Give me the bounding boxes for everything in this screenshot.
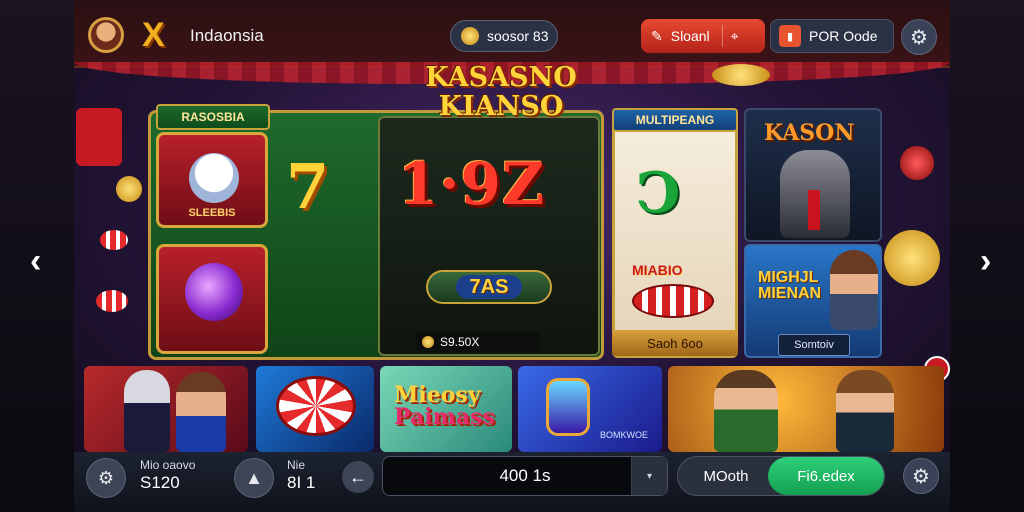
balance-value: soosor 83 (487, 28, 549, 44)
game-logo: KASASNO KIANSO (416, 64, 586, 134)
player-avatar[interactable] (88, 17, 124, 53)
region-label: Indaonsia (190, 26, 264, 45)
game-thumbnail[interactable]: Mieosy Paimass (380, 366, 512, 452)
multiplier-panel[interactable] (612, 108, 738, 358)
mascot-icon (189, 153, 239, 203)
action-button[interactable]: ✎ Sloanl ⌖ (641, 19, 765, 53)
character-portrait (124, 370, 170, 452)
bottom-settings-button[interactable]: ⚙ (903, 458, 939, 494)
featured-button[interactable]: Somtoiv (778, 334, 850, 356)
logo-line-2: KIANSO (438, 91, 564, 122)
gear-icon: ⚙ (97, 467, 115, 488)
seven-symbol: 7 (286, 150, 330, 223)
stat-value: 8I 1 (287, 473, 316, 492)
mode-toggle: MOoth Fi6.edex (677, 456, 885, 496)
gear-icon: ⚙ (912, 465, 930, 488)
multiplier-button[interactable]: Saoh 6oo (612, 330, 738, 356)
coin-icon (422, 336, 434, 348)
slot-card[interactable]: SLEEBIS (156, 132, 268, 228)
stat-label: Mio oaovo (140, 458, 196, 472)
profile-button[interactable]: ⚙ (86, 458, 126, 498)
stat-value: S120 (140, 473, 180, 492)
slot-card[interactable] (156, 244, 268, 354)
orb-icon (185, 263, 243, 321)
character-portrait (836, 370, 894, 452)
multiplier-logo-icon: Ↄ (636, 160, 681, 226)
game-thumbnails: Mieosy Paimass BOMKWOE (84, 366, 944, 452)
slot-card-caption: SLEEBIS (188, 207, 236, 219)
character-portrait (176, 372, 226, 452)
featured-title: MIGHJL MIENAN (758, 270, 821, 302)
bet-amount-value: 400 1s (499, 466, 551, 485)
gem-icon (546, 378, 590, 436)
game-thumbnail[interactable] (256, 366, 374, 452)
card-decoration (76, 108, 122, 166)
promo-code-button[interactable]: ▮ POR Oode (770, 19, 894, 53)
jackpot-pill-value: 7AS (455, 275, 523, 299)
host-portrait (830, 250, 878, 330)
game-thumbnail[interactable] (84, 366, 248, 452)
logo-line-1: KASASNO (425, 62, 577, 93)
multiplier-label: MULTIPEANG (612, 108, 738, 132)
tool-icon: ✎ (651, 27, 663, 44)
thumbnail-title-line-2: Paimass (394, 404, 495, 430)
stat-block: Mio oaovo S120 (140, 458, 196, 492)
promo-code-label: POR Oode (809, 28, 878, 44)
poker-chip-icon (276, 376, 356, 436)
character-portrait (714, 370, 778, 452)
gear-icon: ⚙ (910, 26, 928, 49)
chevron-left-icon[interactable]: ‹ (30, 244, 41, 278)
history-button[interactable]: ▲ (234, 458, 274, 498)
chip-decoration (900, 146, 934, 180)
mini-balance-value: S9.50X (440, 335, 480, 349)
mode-option[interactable]: MOoth (678, 457, 774, 495)
coin-decoration (884, 230, 940, 286)
chevron-right-icon[interactable]: › (980, 244, 991, 278)
tie-decoration (808, 190, 820, 230)
settings-button[interactable]: ⚙ (901, 19, 937, 55)
left-tile-label: RASOSBIA (156, 104, 270, 130)
game-thumbnail[interactable] (668, 366, 944, 452)
coin-icon (461, 27, 479, 45)
mode-option-active[interactable]: Fi6.edex (768, 457, 884, 495)
back-button[interactable]: ← (342, 461, 374, 493)
stat-label: Nie (287, 458, 306, 472)
multiplier-text: MIABIO (632, 262, 683, 278)
balance-pill[interactable]: soosor 83 (450, 20, 558, 52)
chip-decoration (100, 230, 128, 250)
game-lobby: X Indaonsia soosor 83 ✎ Sloanl ⌖ ▮ POR O… (0, 0, 1024, 512)
cap-icon: ▲ (245, 467, 263, 488)
kason-title: KASON (764, 120, 855, 146)
coin-decoration (116, 176, 142, 202)
jackpot-number: 1·9Z (398, 150, 546, 218)
coin-decoration (712, 64, 770, 86)
action-label: Sloanl (670, 28, 710, 44)
game-thumbnail[interactable]: BOMKWOE (518, 366, 662, 452)
divider (721, 25, 723, 47)
chip-decoration (96, 290, 128, 312)
stat-block: Nie 8I 1 (287, 458, 316, 492)
featured-title-line-1: MIGHJL (758, 269, 819, 286)
mini-balance: S9.50X (416, 332, 540, 352)
jackpot-pill[interactable]: 7AS (426, 270, 552, 304)
code-icon: ▮ (779, 25, 801, 47)
bet-amount-field[interactable]: 400 1s ▾ (382, 456, 668, 496)
featured-title-line-2: MIENAN (758, 285, 822, 302)
thumbnail-caption: BOMKWOE (600, 430, 649, 440)
chip-stack-icon (632, 284, 714, 318)
thumbnail-title: Mieosy Paimass (394, 384, 495, 428)
brand-logo: X (142, 16, 165, 54)
arrow-left-icon: ← (349, 466, 367, 487)
chevron-down-icon[interactable]: ▾ (631, 457, 667, 495)
gift-icon[interactable]: ⌖ (731, 28, 739, 45)
